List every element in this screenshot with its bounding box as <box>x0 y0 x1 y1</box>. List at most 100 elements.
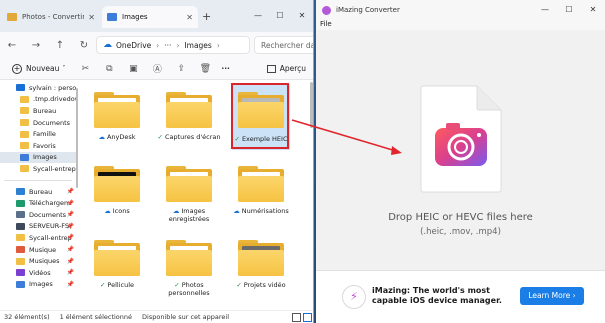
details-view-icon[interactable] <box>292 313 301 322</box>
share-icon[interactable]: ⇪ <box>169 64 193 74</box>
sidebar-item[interactable]: Favoris <box>0 140 76 152</box>
folder-icon <box>20 165 29 173</box>
synced-check-icon: ✓ <box>174 281 180 289</box>
learn-more-button[interactable]: Learn More › <box>520 287 584 305</box>
folder-item[interactable]: ✓ Captures d'écran <box>154 84 224 160</box>
folder-icon <box>20 142 29 150</box>
folder-item[interactable]: ☁ Numérisations <box>226 158 296 234</box>
sidebar-item[interactable]: Images 📌 <box>0 279 76 291</box>
cloud-status-icon: ☁ <box>233 207 240 215</box>
sidebar-item[interactable]: Sycall-entrep 📌 <box>0 232 76 244</box>
breadcrumb-images[interactable]: Images <box>184 41 211 50</box>
promo-line-1: iMazing: The world's most <box>372 286 490 295</box>
sidebar-item[interactable]: Vidéos 📌 <box>0 267 76 279</box>
folder-icon <box>166 92 212 128</box>
folder-icon <box>16 222 25 230</box>
folder-label: ☁ AnyDesk <box>82 133 152 141</box>
folder-item[interactable]: ✓ Projets vidéo <box>226 232 296 308</box>
close-tab-icon[interactable]: ✕ <box>186 13 193 22</box>
sidebar-item[interactable]: Documents 📌 <box>0 209 76 221</box>
preview-pane-button[interactable]: Aperçu <box>266 64 306 73</box>
tab-images[interactable]: Images ✕ <box>102 6 198 28</box>
breadcrumb-onedrive[interactable]: OneDrive <box>116 41 151 50</box>
document-camera-icon <box>420 85 502 193</box>
images-folder-icon <box>107 13 117 21</box>
sidebar-item[interactable]: Téléchargem 📌 <box>0 197 76 209</box>
sidebar-item-label: Famille <box>33 130 56 139</box>
address-bar[interactable]: ☁ OneDrive › ··· › Images › <box>96 36 250 54</box>
search-input[interactable]: Rechercher dan <box>254 36 313 54</box>
promo-line-2: capable iOS device manager. <box>372 296 502 305</box>
rename-icon[interactable]: Ⓐ <box>145 62 169 75</box>
sidebar-item-label: SERVEUR-FS\ <box>29 222 72 231</box>
sidebar-item[interactable]: Documents <box>0 117 76 129</box>
sidebar-item[interactable]: .tmp.drivedow <box>0 94 76 106</box>
close-icon[interactable]: ✕ <box>291 0 313 32</box>
pin-icon: 📌 <box>66 234 74 242</box>
folder-label: ✓ Captures d'écran <box>154 133 224 141</box>
command-bar: + Nouveau ˅ ✂ ⧉ ▣ Ⓐ ⇪ 🗑 ··· Aperçu <box>0 58 313 80</box>
new-button[interactable]: + Nouveau ˅ <box>12 63 65 74</box>
drop-zone[interactable]: Drop HEIC or HEVC files here (.heic, .mo… <box>316 30 605 270</box>
sidebar-item[interactable]: Musique 📌 <box>0 244 76 256</box>
close-tab-icon[interactable]: ✕ <box>88 13 95 22</box>
promo-banner: ⚡ iMazing: The world's most capable iOS … <box>316 270 605 323</box>
folder-item[interactable]: ☁ AnyDesk <box>82 84 152 160</box>
imazing-logo-icon <box>322 5 331 15</box>
folder-label: ☁ Images enregistrées <box>154 207 224 223</box>
folder-icon <box>20 95 29 103</box>
file-explorer-window: Photos - Convertir ✕ Images ✕ + — ☐ ✕ ← … <box>0 0 314 323</box>
breadcrumb-ellipsis[interactable]: ··· <box>164 41 171 50</box>
folder-item[interactable]: ✓ Photos personnelles <box>154 232 224 308</box>
sidebar-item[interactable]: sylvain : personn <box>0 82 76 94</box>
sidebar-item[interactable]: Bureau <box>0 105 76 117</box>
folder-icon <box>20 119 29 127</box>
sidebar-item[interactable]: Famille <box>0 128 76 140</box>
folder-label: ✓ Exemple HEIC <box>232 135 290 143</box>
forward-arrow-icon[interactable]: → <box>24 40 48 51</box>
menu-file[interactable]: File <box>320 20 332 28</box>
sidebar-item[interactable]: Sycall-entrepri <box>0 163 76 175</box>
synced-check-icon: ✓ <box>234 135 240 143</box>
tab-label: Photos - Convertir <box>22 13 85 21</box>
cut-icon[interactable]: ✂ <box>73 64 97 74</box>
folder-item[interactable]: ☁ Images enregistrées <box>154 158 224 234</box>
folder-icon <box>94 240 140 276</box>
maximize-icon[interactable]: ☐ <box>557 0 581 20</box>
synced-check-icon: ✓ <box>236 281 242 289</box>
folder-icon <box>238 240 284 276</box>
minimize-icon[interactable]: — <box>247 0 269 32</box>
paste-icon[interactable]: ▣ <box>121 64 145 74</box>
folder-icon <box>94 166 140 202</box>
navigation-pane: sylvain : personn .tmp.drivedow Bureau Docu… <box>0 80 76 310</box>
new-tab-button[interactable]: + <box>202 10 211 23</box>
tab-photos-convertir[interactable]: Photos - Convertir ✕ <box>2 6 100 28</box>
sidebar-item[interactable]: Images <box>0 151 76 164</box>
sidebar-item[interactable]: Musiques 📌 <box>0 255 76 267</box>
close-icon[interactable]: ✕ <box>581 0 605 20</box>
folder-name: AnyDesk <box>106 133 136 141</box>
folder-item[interactable]: ☁ Icons <box>82 158 152 234</box>
folder-item[interactable]: ✓ Pellicule <box>82 232 152 308</box>
maximize-icon[interactable]: ☐ <box>269 0 291 32</box>
address-toolbar: ← → ↑ ↻ ☁ OneDrive › ··· › Images › Rech… <box>0 32 313 58</box>
status-bar: 32 élément(s) 1 élément sélectionné Disp… <box>0 310 313 323</box>
up-arrow-icon[interactable]: ↑ <box>48 40 72 51</box>
window-title: iMazing Converter <box>336 6 400 14</box>
folder-item[interactable]: ✓ Exemple HEIC <box>231 83 290 150</box>
refresh-icon[interactable]: ↻ <box>72 40 96 51</box>
copy-icon[interactable]: ⧉ <box>97 64 121 74</box>
sidebar-item-label: Documents <box>29 210 67 219</box>
back-arrow-icon[interactable]: ← <box>0 40 24 51</box>
tiles-view-icon[interactable] <box>303 313 312 322</box>
folder-icon <box>7 13 17 21</box>
availability-status: Disponible sur cet appareil <box>142 313 230 321</box>
window-controls: — ☐ ✕ <box>247 0 313 32</box>
content-scrollbar[interactable] <box>310 82 313 128</box>
sidebar-item[interactable]: Bureau 📌 <box>0 186 76 198</box>
minimize-icon[interactable]: — <box>533 0 557 20</box>
more-options-icon[interactable]: ··· <box>221 64 230 73</box>
navigation-scrollbar[interactable] <box>76 88 78 188</box>
delete-icon[interactable]: 🗑 <box>193 64 217 74</box>
sidebar-item[interactable]: SERVEUR-FS\ 📌 <box>0 221 76 233</box>
